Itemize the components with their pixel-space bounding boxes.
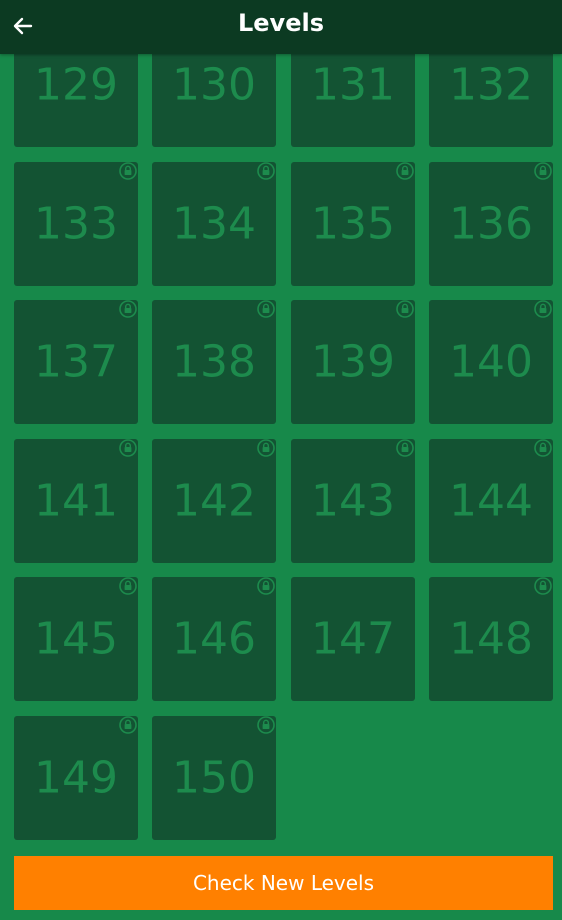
level-tile[interactable]: 131 <box>291 54 415 147</box>
level-number: 138 <box>172 336 256 388</box>
level-number: 131 <box>311 59 395 111</box>
level-tile[interactable]: 150 <box>152 716 276 840</box>
level-tile[interactable]: 138 <box>152 300 276 424</box>
page-title: Levels <box>237 9 324 37</box>
level-tile[interactable]: 146 <box>152 577 276 701</box>
lock-icon <box>119 162 137 180</box>
level-number: 143 <box>311 475 395 527</box>
lock-icon <box>119 716 137 734</box>
level-tile[interactable]: 141 <box>14 439 138 563</box>
level-tile[interactable]: 148 <box>429 577 553 701</box>
level-tile[interactable]: 137 <box>14 300 138 424</box>
level-tile[interactable]: 142 <box>152 439 276 563</box>
level-grid[interactable]: 129 130 131 132 133 134 135 136 137 138 139 140 141 1… <box>0 54 562 850</box>
lock-icon <box>257 162 275 180</box>
lock-icon <box>257 439 275 457</box>
level-tile[interactable]: 134 <box>152 162 276 286</box>
level-tile[interactable]: 132 <box>429 54 553 147</box>
level-tile[interactable]: 143 <box>291 439 415 563</box>
level-number: 129 <box>34 59 118 111</box>
lock-icon <box>396 439 414 457</box>
level-number: 139 <box>311 336 395 388</box>
level-tile[interactable]: 140 <box>429 300 553 424</box>
lock-icon <box>119 577 137 595</box>
level-tile[interactable]: 144 <box>429 439 553 563</box>
level-tile[interactable]: 129 <box>14 54 138 147</box>
level-number: 144 <box>449 475 533 527</box>
level-number: 133 <box>34 198 118 250</box>
level-tile[interactable]: 139 <box>291 300 415 424</box>
level-number: 136 <box>449 198 533 250</box>
lock-icon <box>257 300 275 318</box>
level-number: 145 <box>34 613 118 665</box>
level-tile[interactable]: 130 <box>152 54 276 147</box>
level-number: 147 <box>311 613 395 665</box>
lock-icon <box>396 300 414 318</box>
lock-icon <box>534 300 552 318</box>
check-new-levels-button[interactable]: Check New Levels <box>14 856 553 910</box>
lock-icon <box>534 162 552 180</box>
level-number: 149 <box>34 752 118 804</box>
lock-icon <box>396 162 414 180</box>
level-tile[interactable]: 145 <box>14 577 138 701</box>
lock-icon <box>257 716 275 734</box>
level-number: 132 <box>449 59 533 111</box>
level-tile[interactable]: 147 <box>291 577 415 701</box>
level-tile[interactable]: 149 <box>14 716 138 840</box>
level-number: 148 <box>449 613 533 665</box>
level-number: 141 <box>34 475 118 527</box>
level-number: 140 <box>449 336 533 388</box>
level-tile[interactable]: 135 <box>291 162 415 286</box>
level-tile[interactable]: 133 <box>14 162 138 286</box>
level-number: 146 <box>172 613 256 665</box>
level-number: 134 <box>172 198 256 250</box>
level-number: 137 <box>34 336 118 388</box>
level-number: 130 <box>172 59 256 111</box>
level-number: 135 <box>311 198 395 250</box>
lock-icon <box>257 577 275 595</box>
level-number: 142 <box>172 475 256 527</box>
lock-icon <box>534 577 552 595</box>
lock-icon <box>119 300 137 318</box>
level-tile[interactable]: 136 <box>429 162 553 286</box>
lock-icon <box>119 439 137 457</box>
lock-icon <box>534 439 552 457</box>
app-header: Levels <box>0 0 562 54</box>
level-number: 150 <box>172 752 256 804</box>
